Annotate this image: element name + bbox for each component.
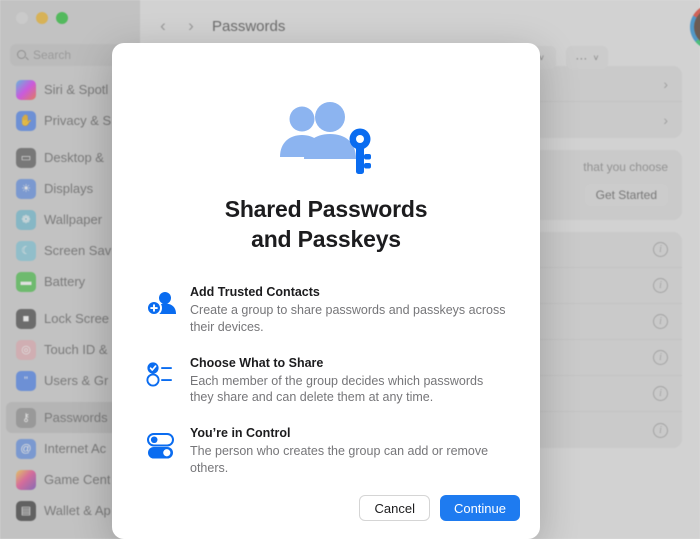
sidebar-item-label: Internet Ac: [44, 441, 107, 456]
desktop-icon: ▭: [16, 147, 36, 168]
sidebar-item-label: Screen Sav: [44, 243, 112, 258]
wallpaper-icon: ❁: [16, 209, 36, 230]
sidebar-item-label: Privacy & S: [44, 113, 112, 128]
info-icon[interactable]: i: [653, 422, 668, 438]
sidebar-item-label: Game Cent: [44, 472, 111, 487]
info-icon[interactable]: i: [653, 386, 668, 401]
feature-list: Add Trusted Contacts Create a group to sh…: [146, 285, 506, 477]
touchid-icon: ◎: [16, 339, 36, 360]
avatar-image: [694, 8, 700, 46]
app-root: Search Siri & Spotl ✋ Privacy & S ▭ Desktop …: [0, 0, 700, 539]
sidebar-item-label: Users & Gr: [44, 373, 109, 388]
back-button[interactable]: ‹: [156, 16, 170, 36]
feature-text: Add Trusted Contacts Create a group to sh…: [190, 285, 506, 336]
forward-button[interactable]: ›: [184, 16, 198, 36]
zoom-button[interactable]: [56, 12, 68, 24]
feature-title: You’re in Control: [190, 426, 291, 441]
feature-title: Choose What to Share: [190, 355, 324, 370]
sidebar-item-label: Battery: [44, 274, 86, 289]
chevron-right-icon: ›: [663, 75, 668, 92]
feature-item: Choose What to Share Each member of the g…: [146, 356, 506, 407]
dialog-title-line2: and Passkeys: [251, 225, 401, 252]
feature-item: You’re in Control The person who creates …: [146, 426, 506, 477]
sidebar-item-label: Displays: [44, 181, 94, 196]
shared-passwords-dialog: Shared Passwords and Passkeys Add Truste…: [112, 43, 540, 539]
gamecenter-icon: [16, 469, 36, 490]
toggles-icon: [146, 429, 176, 459]
cancel-button[interactable]: Cancel: [359, 495, 430, 521]
info-icon[interactable]: i: [653, 350, 668, 365]
sidebar-item-label: Touch ID &: [44, 342, 108, 357]
info-icon[interactable]: i: [653, 242, 668, 257]
dialog-title-line1: Shared Passwords: [224, 196, 428, 222]
avatar[interactable]: [690, 4, 700, 50]
info-icon[interactable]: i: [653, 314, 668, 329]
feature-description: The person who creates the group can add…: [190, 444, 489, 476]
more-options-button[interactable]: ··· ˅: [566, 46, 608, 69]
lock-icon: ■: [16, 308, 36, 329]
info-icon[interactable]: i: [653, 278, 668, 293]
feature-description: Create a group to share passwords and pa…: [190, 302, 506, 334]
page-title: Passwords: [212, 17, 286, 35]
sidebar-item-label: Lock Scree: [44, 311, 110, 326]
people-with-key-icon: [280, 102, 371, 174]
feature-text: You’re in Control The person who creates …: [190, 426, 506, 477]
sidebar-item-label: Siri & Spotl: [44, 82, 109, 97]
feature-title: Add Trusted Contacts: [190, 284, 320, 299]
chevron-right-icon: ›: [663, 112, 668, 128]
users-icon: ": [16, 370, 36, 391]
checklist-icon: [146, 359, 176, 389]
privacy-icon: ✋: [16, 110, 36, 131]
passwords-icon: ⚷: [16, 407, 36, 428]
get-started-button[interactable]: Get Started: [584, 184, 668, 206]
dialog-title: Shared Passwords and Passkeys: [225, 195, 428, 255]
displays-icon: ☀: [16, 178, 36, 199]
internet-icon: @: [16, 438, 36, 459]
dialog-body: Shared Passwords and Passkeys Add Truste…: [112, 43, 540, 481]
sidebar-item-label: Passwords: [44, 410, 108, 425]
dialog-footer: Cancel Continue: [112, 481, 540, 539]
search-placeholder: Search: [33, 48, 72, 62]
feature-item: Add Trusted Contacts Create a group to sh…: [146, 285, 506, 336]
close-button[interactable]: [16, 12, 28, 24]
feature-description: Each member of the group decides which p…: [190, 373, 484, 405]
sidebar-item-label: Desktop &: [44, 150, 104, 165]
wallet-icon: ▤: [16, 500, 36, 521]
battery-icon: ▬: [16, 271, 36, 292]
search-icon: [17, 49, 28, 61]
window-traffic-lights: [16, 12, 68, 24]
continue-button[interactable]: Continue: [439, 495, 520, 521]
chevron-down-icon: ˅: [593, 52, 599, 63]
feature-text: Choose What to Share Each member of the g…: [190, 356, 506, 407]
minimize-button[interactable]: [36, 12, 48, 24]
ellipsis-icon: ···: [575, 50, 588, 65]
sidebar-item-label: Wallpaper: [44, 212, 103, 227]
screensaver-icon: ☾: [16, 240, 36, 261]
siri-icon: [16, 79, 36, 100]
sidebar-item-label: Wallet & Ap: [44, 503, 111, 518]
add-person-icon: [146, 288, 176, 318]
